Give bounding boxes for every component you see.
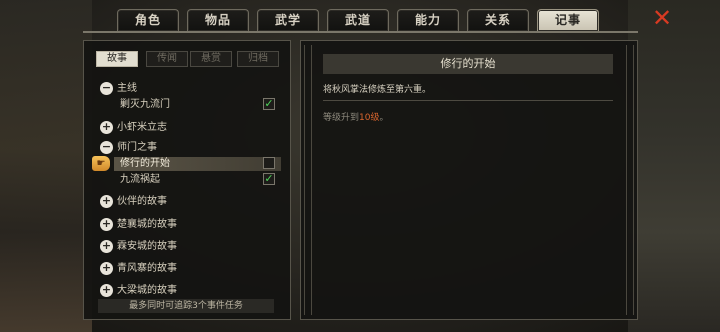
expand-icon[interactable]: + — [100, 218, 113, 231]
tab-relations[interactable]: 关系 — [467, 9, 529, 31]
background-right-scene — [628, 0, 720, 332]
collapse-icon[interactable]: − — [100, 141, 113, 154]
track-checkbox[interactable] — [263, 157, 275, 169]
level-value: 10级 — [359, 113, 380, 123]
background-left-scene — [0, 0, 92, 332]
filter-archive-button[interactable]: 归档 — [237, 51, 279, 67]
quest-item-training-start[interactable]: 修行的开始 — [120, 156, 170, 172]
group-daliang[interactable]: 大梁城的故事 — [117, 283, 177, 299]
group-partners[interactable]: 伙伴的故事 — [117, 194, 167, 210]
filter-bounty-button[interactable]: 悬赏 — [190, 51, 232, 67]
tracking-limit-note: 最多同时可追踪3个事件任务 — [98, 299, 274, 313]
group-sect-affairs[interactable]: 师门之事 — [117, 140, 157, 156]
tab-martial-way[interactable]: 武道 — [327, 9, 389, 31]
tab-journal[interactable]: 记事 — [537, 9, 599, 31]
pointing-hand-icon: ☛ — [92, 156, 110, 171]
tab-character[interactable]: 角色 — [117, 9, 179, 31]
track-checkbox[interactable]: ✓ — [263, 98, 275, 110]
level-prefix: 等级升到 — [323, 113, 360, 123]
quest-detail-panel: 修行的开始 将秋风掌法修炼至第六重。 等级升到10级。 — [300, 40, 638, 320]
expand-icon[interactable]: + — [100, 262, 113, 275]
quest-detail-title: 修行的开始 — [323, 54, 613, 74]
level-suffix: 。 — [379, 113, 389, 123]
quest-item-jiumen[interactable]: 剿灭九流门 — [120, 97, 170, 113]
track-checkbox[interactable]: ✓ — [263, 173, 275, 185]
collapse-icon[interactable]: − — [100, 82, 113, 95]
group-qingfeng[interactable]: 青风寨的故事 — [117, 261, 177, 277]
expand-icon[interactable]: + — [100, 121, 113, 134]
expand-icon[interactable]: + — [100, 240, 113, 253]
tab-underline — [83, 31, 638, 33]
group-main-story[interactable]: 主线 — [117, 81, 137, 97]
close-icon[interactable]: ✕ — [650, 6, 674, 30]
divider — [323, 100, 613, 101]
quest-item-jiuliu-calamity[interactable]: 九流祸起 — [120, 172, 160, 188]
tab-items[interactable]: 物品 — [187, 9, 249, 31]
group-linan[interactable]: 霖安城的故事 — [117, 239, 177, 255]
quest-level-requirement: 等级升到10级。 — [323, 110, 388, 123]
expand-icon[interactable]: + — [100, 284, 113, 297]
group-chuxiang[interactable]: 楚襄城的故事 — [117, 217, 177, 233]
tab-abilities[interactable]: 能力 — [397, 9, 459, 31]
tab-martial-arts[interactable]: 武学 — [257, 9, 319, 31]
filter-rumors-button[interactable]: 传闻 — [146, 51, 188, 67]
quest-detail-description: 将秋风掌法修炼至第六重。 — [323, 85, 432, 95]
expand-icon[interactable]: + — [100, 195, 113, 208]
quest-list-panel: 故事 传闻 悬赏 归档 − 主线 剿灭九流门 ✓ + 小虾米立志 − 师门之事 … — [83, 40, 291, 320]
group-shrimp-ambition[interactable]: 小虾米立志 — [117, 120, 167, 136]
filter-story-button[interactable]: 故事 — [96, 51, 138, 67]
